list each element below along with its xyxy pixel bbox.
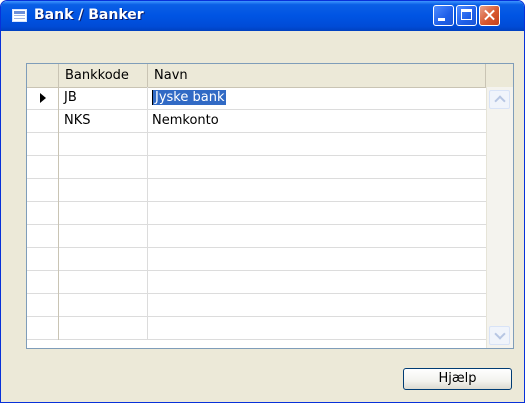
cell-navn[interactable] <box>148 294 486 316</box>
bank-window: Bank / Banker Bankkode Navn JB Jyske ban… <box>0 0 525 403</box>
row-selector[interactable] <box>27 87 59 110</box>
table-header: Bankkode Navn <box>27 64 513 88</box>
cell-bankkode[interactable] <box>59 202 148 224</box>
header-corner[interactable] <box>27 64 59 87</box>
cell-bankkode[interactable] <box>59 294 148 316</box>
cell-navn[interactable] <box>148 179 486 201</box>
row-selector[interactable] <box>27 248 59 271</box>
table-row[interactable]: NKS Nemkonto <box>27 110 486 133</box>
column-header-navn[interactable]: Navn <box>148 64 486 87</box>
row-selector[interactable] <box>27 110 59 133</box>
cell-bankkode[interactable]: JB <box>59 87 148 109</box>
empty-row[interactable] <box>27 225 486 248</box>
empty-row[interactable] <box>27 248 486 271</box>
chevron-down-icon <box>494 328 506 340</box>
empty-row[interactable] <box>27 179 486 202</box>
maximize-icon <box>461 9 472 20</box>
empty-row[interactable] <box>27 271 486 294</box>
row-selector[interactable] <box>27 156 59 179</box>
cell-navn[interactable] <box>148 271 486 293</box>
empty-row[interactable] <box>27 202 486 225</box>
close-button[interactable] <box>479 5 500 26</box>
title-bar[interactable]: Bank / Banker <box>1 1 524 31</box>
cell-navn[interactable] <box>148 133 486 155</box>
row-selector[interactable] <box>27 317 59 340</box>
empty-row[interactable] <box>27 133 486 156</box>
row-selector[interactable] <box>27 225 59 248</box>
maximize-button[interactable] <box>456 5 477 26</box>
cell-bankkode[interactable] <box>59 156 148 178</box>
row-selector[interactable] <box>27 294 59 317</box>
cell-navn[interactable]: Nemkonto <box>148 110 486 132</box>
column-header-spacer <box>486 64 513 87</box>
minimize-button[interactable] <box>433 5 454 26</box>
row-selector[interactable] <box>27 202 59 225</box>
window-title: Bank / Banker <box>34 7 144 23</box>
scroll-down-button[interactable] <box>489 326 510 345</box>
cell-bankkode[interactable] <box>59 225 148 247</box>
cell-bankkode[interactable] <box>59 248 148 270</box>
scroll-up-button[interactable] <box>489 90 510 109</box>
cell-navn[interactable] <box>148 202 486 224</box>
cell-navn[interactable] <box>148 317 486 339</box>
column-header-bankkode[interactable]: Bankkode <box>59 64 148 87</box>
cell-navn[interactable] <box>148 156 486 178</box>
cell-bankkode[interactable]: NKS <box>59 110 148 132</box>
selected-text[interactable]: Jyske bank <box>152 90 227 105</box>
cell-navn[interactable] <box>148 225 486 247</box>
cell-bankkode[interactable] <box>59 317 148 339</box>
cell-bankkode[interactable] <box>59 133 148 155</box>
table-icon <box>12 9 27 22</box>
empty-row[interactable] <box>27 156 486 179</box>
help-button[interactable]: Hjælp <box>403 368 512 390</box>
cell-navn[interactable] <box>148 248 486 270</box>
empty-row[interactable] <box>27 294 486 317</box>
empty-row[interactable] <box>27 317 486 340</box>
close-icon <box>480 6 499 25</box>
cell-navn-editing[interactable]: Jyske bank <box>148 87 486 109</box>
row-selector[interactable] <box>27 133 59 156</box>
cell-bankkode[interactable] <box>59 271 148 293</box>
row-pointer-icon <box>40 93 46 103</box>
chevron-up-icon <box>494 95 506 107</box>
cell-bankkode[interactable] <box>59 179 148 201</box>
row-selector[interactable] <box>27 271 59 294</box>
vertical-scrollbar[interactable] <box>486 87 513 348</box>
bank-table: Bankkode Navn JB Jyske bank NKS Nemkonto <box>26 63 514 349</box>
table-row[interactable]: JB Jyske bank <box>27 87 486 110</box>
row-selector[interactable] <box>27 179 59 202</box>
minimize-icon <box>438 18 445 21</box>
